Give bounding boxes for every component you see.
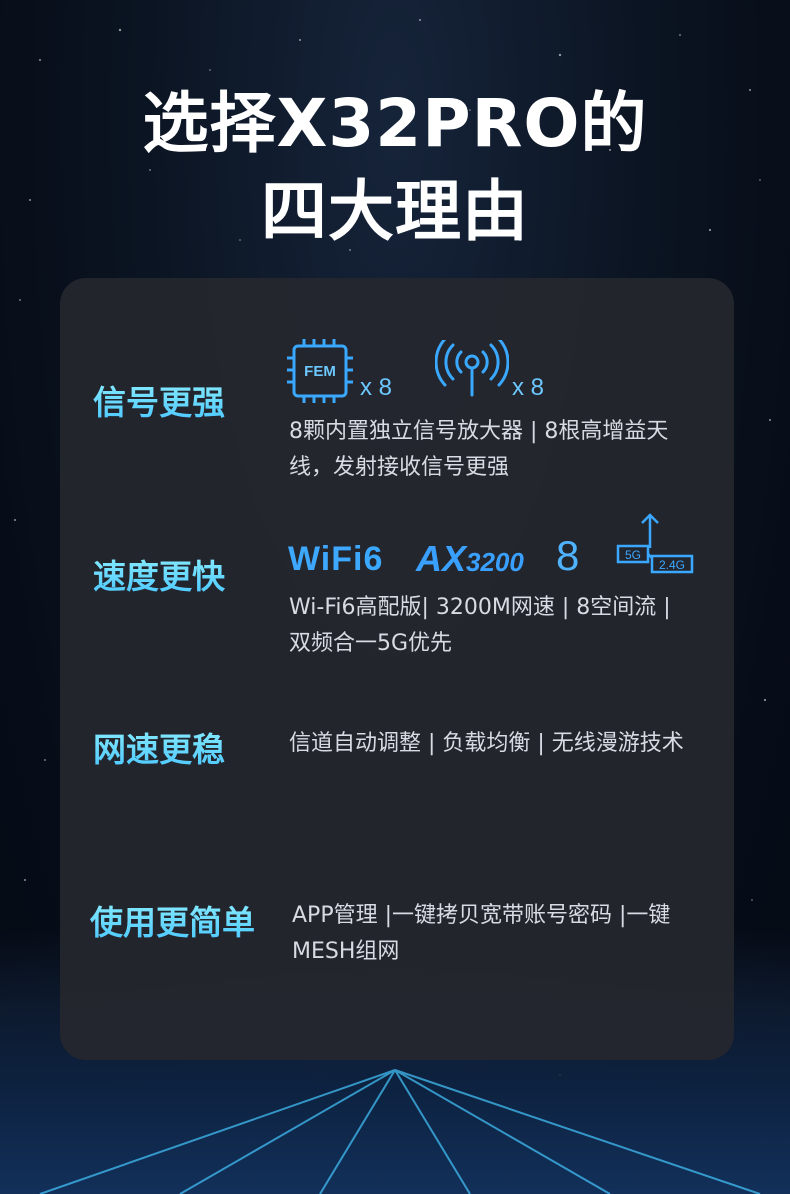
row-title-signal: 信号更强	[93, 376, 225, 424]
row-title-easy: 使用更简单	[90, 896, 255, 944]
page-title: 选择X32PRO的 四大理由	[0, 80, 790, 256]
wifi6-logo-badge: 6	[363, 540, 384, 578]
fem-multiplier: x 8	[360, 374, 393, 401]
row-desc-speed-line1: Wi-Fi6高配版| 3200M网速 | 8空间流 |	[289, 595, 671, 620]
title-line-2: 四大理由	[261, 173, 529, 250]
row-desc-signal: 8颗内置独立信号放大器 | 8根高增益天 线，发射接收信号更强	[289, 414, 668, 486]
row-desc-signal-line2: 线，发射接收信号更强	[289, 455, 510, 480]
wifi6-logo-text: WiFi	[288, 540, 364, 578]
band-24g-label: 2.4G	[659, 558, 685, 572]
row-desc-easy-line1: APP管理 |一键拷贝宽带账号密码 |一键	[292, 903, 671, 928]
title-line-1: 选择X32PRO的	[142, 85, 648, 162]
row-desc-stable: 信道自动调整 | 负载均衡 | 无线漫游技术	[289, 726, 684, 762]
row-desc-speed: Wi-Fi6高配版| 3200M网速 | 8空间流 | 双频合一5G优先	[289, 590, 671, 662]
row-title-speed: 速度更快	[93, 550, 225, 598]
row-desc-easy-line2: MESH组网	[292, 939, 400, 964]
antenna-signal-icon	[435, 340, 509, 397]
wifi6-logo: WiFi6	[288, 540, 383, 579]
eight-streams-icon: 8	[556, 532, 580, 579]
row-desc-signal-line1: 8颗内置独立信号放大器 | 8根高增益天	[289, 419, 669, 444]
ax3200-logo: AX3200	[416, 538, 524, 580]
antenna-multiplier: x 8	[512, 374, 545, 401]
fem-chip-icon: FEM	[287, 339, 353, 403]
band-5g-label: 5G	[625, 548, 641, 562]
ax3200-logo-b: 3200	[466, 547, 524, 577]
row-title-stable: 网速更稳	[93, 723, 225, 771]
row-desc-easy: APP管理 |一键拷贝宽带账号密码 |一键 MESH组网	[292, 898, 670, 970]
ax3200-logo-a: AX	[416, 538, 467, 579]
dual-band-icon: 5G 2.4G	[616, 513, 694, 574]
fem-chip-label: FEM	[304, 363, 336, 380]
row-desc-speed-line2: 双频合一5G优先	[289, 631, 453, 656]
row-desc-stable-line1: 信道自动调整 | 负载均衡 | 无线漫游技术	[289, 731, 684, 756]
